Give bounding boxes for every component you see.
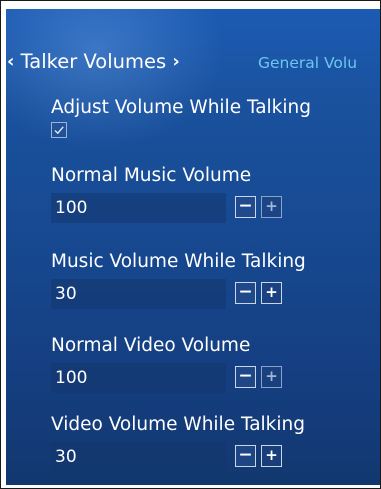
setting-normal-video-volume: Normal Video Volume 100 − + xyxy=(51,334,282,393)
plus-icon: + xyxy=(265,283,278,301)
adjust-volume-checkbox[interactable] xyxy=(51,122,67,138)
music-talking-increase-button[interactable]: + xyxy=(261,282,282,304)
minus-icon: − xyxy=(238,445,253,465)
normal-music-volume-value[interactable]: 100 xyxy=(51,193,226,223)
music-volume-talking-label: Music Volume While Talking xyxy=(51,251,306,272)
music-talking-decrease-button[interactable]: − xyxy=(235,282,256,304)
checkmark-icon xyxy=(54,126,64,135)
adjust-volume-label: Adjust Volume While Talking xyxy=(51,97,311,118)
minus-icon: − xyxy=(238,196,253,216)
plus-icon: + xyxy=(265,367,278,385)
plus-icon: + xyxy=(265,197,278,215)
normal-music-decrease-button[interactable]: − xyxy=(235,196,256,218)
normal-video-decrease-button[interactable]: − xyxy=(235,366,256,388)
tab-strip: ‹ Talker Volumes › General Volu xyxy=(6,49,380,77)
chevron-left-icon[interactable]: ‹ xyxy=(7,51,14,72)
tab-talker-volumes-label: Talker Volumes xyxy=(20,50,167,73)
chevron-right-icon[interactable]: › xyxy=(172,51,179,72)
normal-video-volume-label: Normal Video Volume xyxy=(51,335,251,356)
minus-icon: − xyxy=(238,282,253,302)
plus-icon: + xyxy=(265,446,278,464)
video-talking-increase-button[interactable]: + xyxy=(261,445,282,467)
setting-video-volume-talking: Video Volume While Talking 30 − + xyxy=(51,413,305,472)
screenshot-frame: ‹ Talker Volumes › General Volu Adjust V… xyxy=(0,0,381,489)
tab-general-volumes[interactable]: General Volu xyxy=(258,52,357,74)
setting-adjust-volume: Adjust Volume While Talking xyxy=(51,96,311,138)
setting-normal-music-volume: Normal Music Volume 100 − + xyxy=(51,164,282,223)
normal-video-increase-button[interactable]: + xyxy=(261,366,282,388)
video-volume-talking-label: Video Volume While Talking xyxy=(51,414,305,435)
setting-music-volume-talking: Music Volume While Talking 30 − + xyxy=(51,250,306,309)
normal-video-volume-value[interactable]: 100 xyxy=(51,363,226,393)
normal-music-volume-label: Normal Music Volume xyxy=(51,165,252,186)
video-talking-decrease-button[interactable]: − xyxy=(235,445,256,467)
tab-talker-volumes[interactable]: ‹ Talker Volumes › xyxy=(7,49,180,76)
music-volume-talking-value[interactable]: 30 xyxy=(51,279,226,309)
talker-volumes-panel: ‹ Talker Volumes › General Volu Adjust V… xyxy=(6,9,380,485)
minus-icon: − xyxy=(238,366,253,386)
normal-music-increase-button[interactable]: + xyxy=(261,196,282,218)
video-volume-talking-value[interactable]: 30 xyxy=(51,442,226,472)
